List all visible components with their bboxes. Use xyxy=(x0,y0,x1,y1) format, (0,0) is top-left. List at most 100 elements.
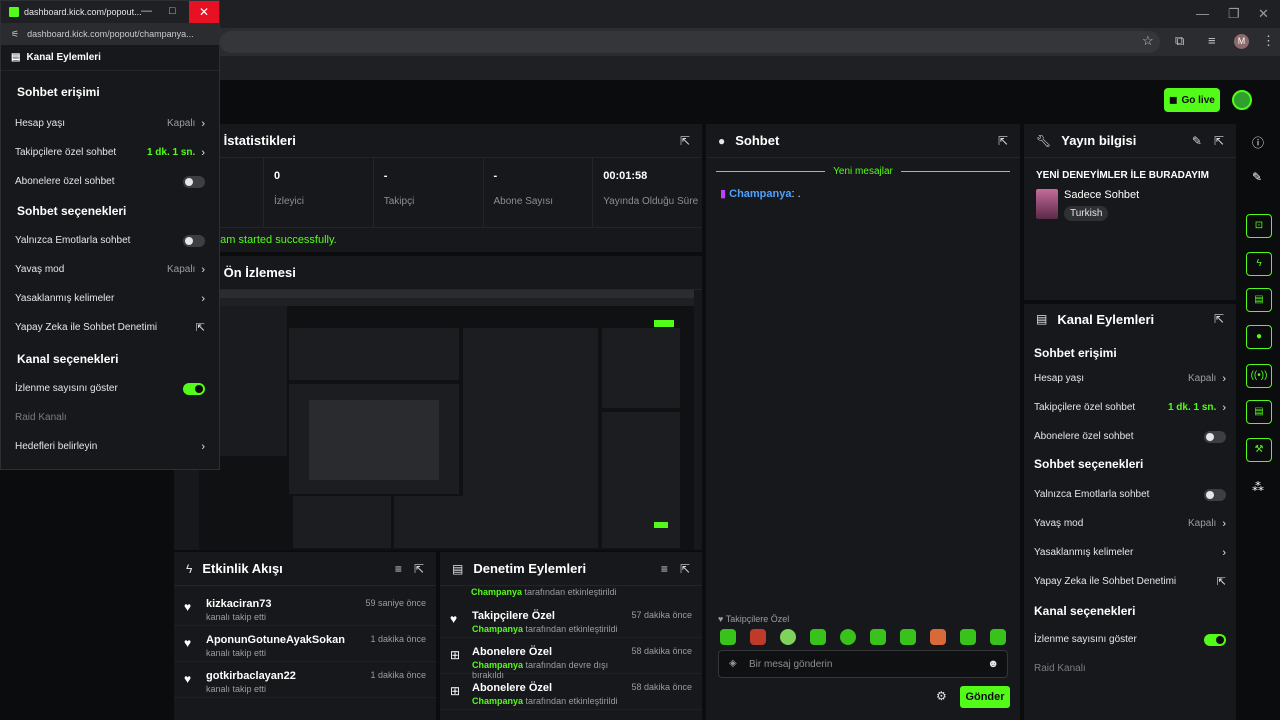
lightning-icon[interactable]: ϟ xyxy=(1246,252,1272,276)
kebab-menu-icon[interactable]: ⋮ xyxy=(1262,33,1275,49)
emote-only-row[interactable]: Yalnızca Emotlarla sohbet xyxy=(1024,480,1236,509)
emote[interactable] xyxy=(780,629,796,645)
subs-only-toggle[interactable] xyxy=(183,175,205,188)
chat-mode-label: ♥ Takipçilere Özel xyxy=(718,614,790,624)
section-heading: Kanal seçenekleri xyxy=(1034,604,1136,618)
emote[interactable] xyxy=(900,629,916,645)
chat-bubble-icon: ● xyxy=(718,133,726,148)
popout-icon[interactable]: ⇱ xyxy=(680,134,690,148)
popout-icon[interactable]: ⇱ xyxy=(1214,312,1224,326)
slow-mode-row[interactable]: Yavaş mod Kapalı › xyxy=(1,255,219,284)
preview-title: Yayın Ön İzlemesi xyxy=(186,265,296,280)
emote[interactable] xyxy=(990,629,1006,645)
moderation-title: Denetim Eylemleri xyxy=(473,561,587,576)
emote-only-toggle[interactable] xyxy=(1204,488,1226,501)
mic-badge-icon: ▮ xyxy=(720,188,727,200)
minimize-icon[interactable]: — xyxy=(1196,6,1209,21)
emote[interactable] xyxy=(840,629,856,645)
capture-icon[interactable]: ⊡ xyxy=(1246,214,1272,238)
broadcast-icon[interactable]: ((•)) xyxy=(1246,364,1272,388)
emote-only-row[interactable]: Yalnızca Emotlarla sohbet xyxy=(1,226,219,255)
category-name: Sadece Sohbet xyxy=(1064,189,1140,201)
ai-moderation-row[interactable]: Yapay Zeka ile Sohbet Denetimi ⇱ xyxy=(1,313,219,342)
chat-username[interactable]: Champanya xyxy=(729,188,791,200)
go-live-button[interactable]: ◼ Go live xyxy=(1164,88,1220,112)
emote-bar xyxy=(720,629,1006,645)
subs-only-row[interactable]: Abonelere özel sohbet xyxy=(1,167,219,196)
user-avatar[interactable] xyxy=(1232,90,1252,110)
show-views-row[interactable]: İzlenme sayısını göster xyxy=(1024,625,1236,654)
popout-icon[interactable]: ⇱ xyxy=(680,562,690,576)
stat-subs: - Abone Sayısı xyxy=(482,158,593,227)
info-icon[interactable]: ⓘ xyxy=(1252,134,1264,151)
edit-icon[interactable]: ✎ xyxy=(1252,170,1262,184)
apps-icon[interactable]: ⁂ xyxy=(1252,480,1264,494)
list-item: ⊞ Abonelere Özel Champanya tarafından dev… xyxy=(440,638,702,680)
gear-icon[interactable]: ⚙ xyxy=(936,689,947,703)
chat-panel: ● Sohbet ⇱ Yeni mesajlar ▮ Champanya: . … xyxy=(706,124,1020,720)
wrench-icon[interactable]: ⚒ xyxy=(1246,438,1272,462)
chevron-right-icon: › xyxy=(1222,372,1226,385)
stream-info-panel: 🔧︎ Yayın bilgisi ✎ ⇱ YENİ DENEYİMLER İLE… xyxy=(1024,124,1236,300)
popout-icon[interactable]: ⇱ xyxy=(414,562,424,576)
followers-only-row[interactable]: Takipçilere özel sohbet 1 dk. 1 sn. › xyxy=(1,138,219,167)
followers-only-row[interactable]: Takipçilere özel sohbet 1 dk. 1 sn. › xyxy=(1024,393,1236,422)
show-views-toggle[interactable] xyxy=(183,382,205,395)
bookmark-star-icon[interactable]: ☆ xyxy=(1142,33,1154,49)
account-age-row[interactable]: Hesap yaşı Kapalı › xyxy=(1024,364,1236,393)
emote[interactable] xyxy=(960,629,976,645)
shield-icon: ◈ xyxy=(729,658,737,669)
gift-icon: ⊞ xyxy=(450,684,461,698)
chat-bubble-icon[interactable]: ● xyxy=(1246,325,1272,349)
emote[interactable] xyxy=(930,629,946,645)
stream-preview-video[interactable] xyxy=(199,290,694,550)
subs-only-toggle[interactable] xyxy=(1204,430,1226,443)
wrench-icon: 🔧︎ xyxy=(1036,133,1052,148)
maximize-icon[interactable]: □ xyxy=(169,5,176,17)
site-info-icon[interactable]: ⚟ xyxy=(11,29,19,40)
section-heading: Kanal seçenekleri xyxy=(17,352,119,366)
show-views-row[interactable]: İzlenme sayısını göster xyxy=(1,374,219,403)
emote[interactable] xyxy=(810,629,826,645)
stream-info-title: Yayın bilgisi xyxy=(1061,133,1137,148)
document-icon[interactable]: ▤ xyxy=(1246,288,1272,312)
popout-icon[interactable]: ⇱ xyxy=(1214,134,1224,148)
media-icon[interactable]: ≡ xyxy=(1208,33,1216,48)
popout-icon[interactable]: ⇱ xyxy=(998,134,1008,148)
stats-title: Yayın İstatistikleri xyxy=(186,133,296,148)
slow-mode-row[interactable]: Yavaş mod Kapalı › xyxy=(1024,509,1236,538)
subs-only-row[interactable]: Abonelere özel sohbet xyxy=(1024,422,1236,451)
filter-icon[interactable]: ≡ xyxy=(661,562,668,576)
document-icon: ▤ xyxy=(452,561,464,576)
emote[interactable] xyxy=(720,629,736,645)
address-bar[interactable] xyxy=(220,31,1160,53)
account-age-row[interactable]: Hesap yaşı Kapalı › xyxy=(1,109,219,138)
filter-icon[interactable]: ≡ xyxy=(395,562,402,576)
profile-avatar[interactable]: M xyxy=(1234,34,1249,49)
send-button[interactable]: Gönder xyxy=(960,686,1010,708)
banned-words-row[interactable]: Yasaklanmış kelimeler › xyxy=(1,284,219,313)
channel-icon[interactable]: ▤ xyxy=(1246,400,1272,424)
minimize-icon[interactable]: — xyxy=(141,5,152,17)
goals-row[interactable]: Hedefleri belirleyin › xyxy=(1,432,219,461)
stream-status-message: Stream started successfully. xyxy=(200,234,337,246)
edit-icon[interactable]: ✎ xyxy=(1192,134,1202,148)
chevron-right-icon: › xyxy=(201,146,205,159)
emote-only-toggle[interactable] xyxy=(183,234,205,247)
maximize-icon[interactable]: ❐ xyxy=(1228,6,1240,22)
chat-message: ▮ Champanya: . xyxy=(720,188,801,200)
close-icon[interactable]: ✕ xyxy=(189,1,219,23)
emote[interactable] xyxy=(750,629,766,645)
lightning-icon: ϟ xyxy=(186,561,193,576)
emote[interactable] xyxy=(870,629,886,645)
popout-address-bar[interactable]: ⚟ dashboard.kick.com/popout/champanya... xyxy=(1,23,219,45)
show-views-toggle[interactable] xyxy=(1204,633,1226,646)
emoji-icon[interactable]: ☻ xyxy=(987,658,999,670)
banned-words-row[interactable]: Yasaklanmış kelimeler › xyxy=(1024,538,1236,567)
chat-input[interactable]: ◈ Bir mesaj gönderin ☻ xyxy=(718,650,1008,678)
extensions-icon[interactable]: ⧉ xyxy=(1175,33,1184,49)
close-icon[interactable]: ✕ xyxy=(1258,6,1269,22)
raid-row: Raid Kanalı xyxy=(1034,663,1086,674)
ai-moderation-row[interactable]: Yapay Zeka ile Sohbet Denetimi ⇱ xyxy=(1024,567,1236,596)
channel-actions-panel: ▤ Kanal Eylemleri ⇱ Sohbet erişimi Hesap… xyxy=(1024,304,1236,720)
